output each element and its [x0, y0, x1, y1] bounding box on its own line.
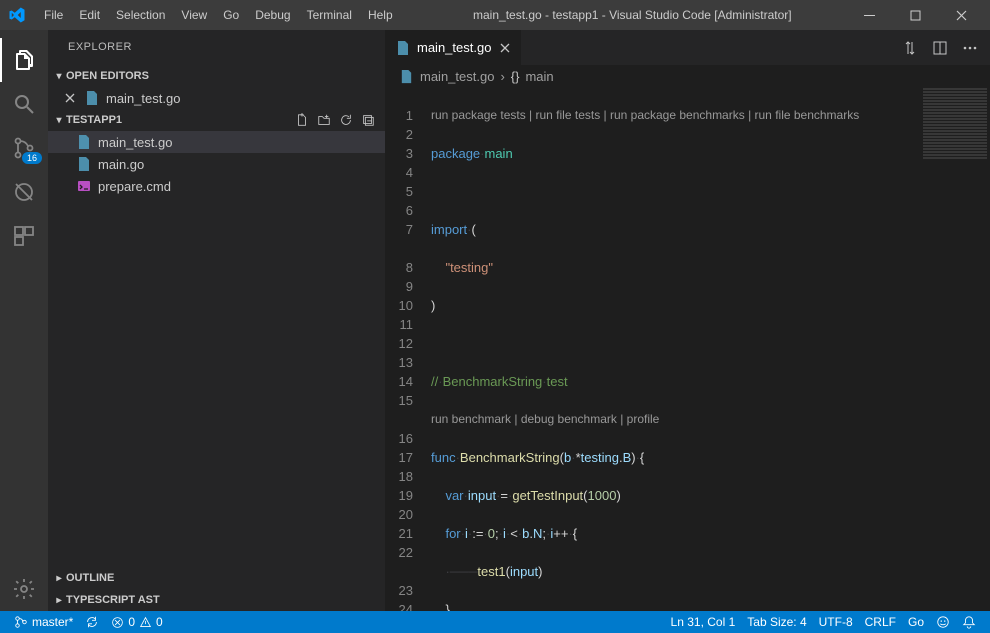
status-eol[interactable]: CRLF [859, 615, 902, 629]
file-label: main_test.go [98, 135, 172, 150]
status-bar: master* 0 0 Ln 31, Col 1 Tab Size: 4 UTF… [0, 611, 990, 633]
file-tree: main_test.go main.go prepare.cmd [48, 131, 385, 197]
menu-go[interactable]: Go [215, 0, 247, 30]
sidebar-title: EXPLORER [48, 30, 385, 65]
branch-label: master* [32, 615, 73, 629]
activity-settings-icon[interactable] [0, 567, 48, 611]
tab-bar: main_test.go [385, 30, 990, 65]
ts-ast-label: TYPESCRIPT AST [66, 594, 160, 606]
breadcrumb-symbol[interactable]: main [525, 69, 553, 84]
status-branch[interactable]: master* [8, 615, 79, 629]
menu-file[interactable]: File [36, 0, 71, 30]
errors-count: 0 [128, 615, 135, 629]
compare-icon[interactable] [902, 40, 918, 56]
file-label: prepare.cmd [98, 179, 171, 194]
status-cursor[interactable]: Ln 31, Col 1 [665, 615, 742, 629]
close-button[interactable] [956, 10, 982, 21]
namespace-icon: {} [511, 69, 520, 84]
chevron-down-icon: ▾ [52, 71, 66, 82]
breadcrumb-separator: › [500, 69, 504, 84]
menu-edit[interactable]: Edit [71, 0, 108, 30]
editor-actions [902, 30, 990, 65]
warnings-count: 0 [156, 615, 163, 629]
minimize-button[interactable] [864, 10, 890, 21]
chevron-right-icon: ▸ [52, 595, 66, 606]
status-encoding[interactable]: UTF-8 [813, 615, 859, 629]
minimap[interactable] [920, 87, 990, 611]
chevron-down-icon: ▾ [52, 115, 66, 126]
window-controls [864, 10, 982, 21]
go-file-icon [84, 90, 100, 106]
line-gutter: 1234567 89101112131415 16171819202122 23… [385, 87, 431, 611]
go-file-icon [395, 40, 411, 56]
more-icon[interactable] [962, 40, 978, 56]
open-editors-label: OPEN EDITORS [66, 70, 149, 82]
menu-help[interactable]: Help [360, 0, 401, 30]
activity-search-icon[interactable] [0, 82, 48, 126]
editor-tab[interactable]: main_test.go [385, 30, 522, 65]
cmd-file-icon [76, 178, 92, 194]
ts-ast-header[interactable]: ▸ TYPESCRIPT AST [48, 589, 385, 611]
status-sync[interactable] [79, 615, 105, 629]
activity-extensions-icon[interactable] [0, 214, 48, 258]
status-feedback-icon[interactable] [930, 615, 956, 629]
menu-bar: File Edit Selection View Go Debug Termin… [36, 0, 401, 30]
maximize-button[interactable] [910, 10, 936, 21]
new-file-icon[interactable] [295, 113, 309, 127]
menu-selection[interactable]: Selection [108, 0, 173, 30]
go-file-icon [76, 134, 92, 150]
code-area[interactable]: 1234567 89101112131415 16171819202122 23… [385, 87, 990, 611]
menu-terminal[interactable]: Terminal [299, 0, 360, 30]
folder-actions [295, 113, 385, 127]
chevron-right-icon: ▸ [52, 573, 66, 584]
open-editors-list: main_test.go [48, 87, 385, 109]
activity-scm-icon[interactable]: 16 [0, 126, 48, 170]
file-item[interactable]: prepare.cmd [48, 175, 385, 197]
status-bell-icon[interactable] [956, 615, 982, 629]
tab-label: main_test.go [417, 40, 491, 55]
vscode-logo-icon [8, 6, 26, 24]
code-content[interactable]: run package tests | run file tests | run… [431, 87, 990, 611]
status-tabsize[interactable]: Tab Size: 4 [741, 615, 812, 629]
window-title: main_test.go - testapp1 - Visual Studio … [401, 8, 864, 22]
new-folder-icon[interactable] [317, 113, 331, 127]
menu-view[interactable]: View [173, 0, 215, 30]
open-editors-header[interactable]: ▾ OPEN EDITORS [48, 65, 385, 87]
explorer-sidebar: EXPLORER ▾ OPEN EDITORS main_test.go ▾ T… [48, 30, 385, 611]
editor-group: main_test.go main_test.go › {} main 1234… [385, 30, 990, 611]
collapse-all-icon[interactable] [361, 113, 375, 127]
file-label: main.go [98, 157, 144, 172]
close-icon[interactable] [64, 92, 76, 104]
refresh-icon[interactable] [339, 113, 353, 127]
activity-bar: 16 [0, 30, 48, 611]
codelens-bench[interactable]: run benchmark | debug benchmark | profil… [431, 410, 990, 429]
scm-badge: 16 [22, 152, 42, 164]
file-item[interactable]: main.go [48, 153, 385, 175]
outline-header[interactable]: ▸ OUTLINE [48, 567, 385, 589]
activity-debug-icon[interactable] [0, 170, 48, 214]
go-file-icon [76, 156, 92, 172]
status-language[interactable]: Go [902, 615, 930, 629]
open-editor-label: main_test.go [106, 91, 180, 106]
menu-debug[interactable]: Debug [247, 0, 298, 30]
folder-label: TESTAPP1 [66, 114, 122, 126]
split-editor-icon[interactable] [932, 40, 948, 56]
breadcrumb[interactable]: main_test.go › {} main [385, 65, 990, 87]
activity-explorer-icon[interactable] [0, 38, 48, 82]
go-file-icon [399, 69, 414, 84]
folder-header[interactable]: ▾ TESTAPP1 [48, 109, 385, 131]
file-item[interactable]: main_test.go [48, 131, 385, 153]
breadcrumb-file[interactable]: main_test.go [420, 69, 494, 84]
title-bar: File Edit Selection View Go Debug Termin… [0, 0, 990, 30]
status-problems[interactable]: 0 0 [105, 615, 168, 629]
outline-label: OUTLINE [66, 572, 114, 584]
codelens-package[interactable]: run package tests | run file tests | run… [431, 106, 990, 125]
open-editor-item[interactable]: main_test.go [48, 87, 385, 109]
close-icon[interactable] [499, 42, 511, 54]
